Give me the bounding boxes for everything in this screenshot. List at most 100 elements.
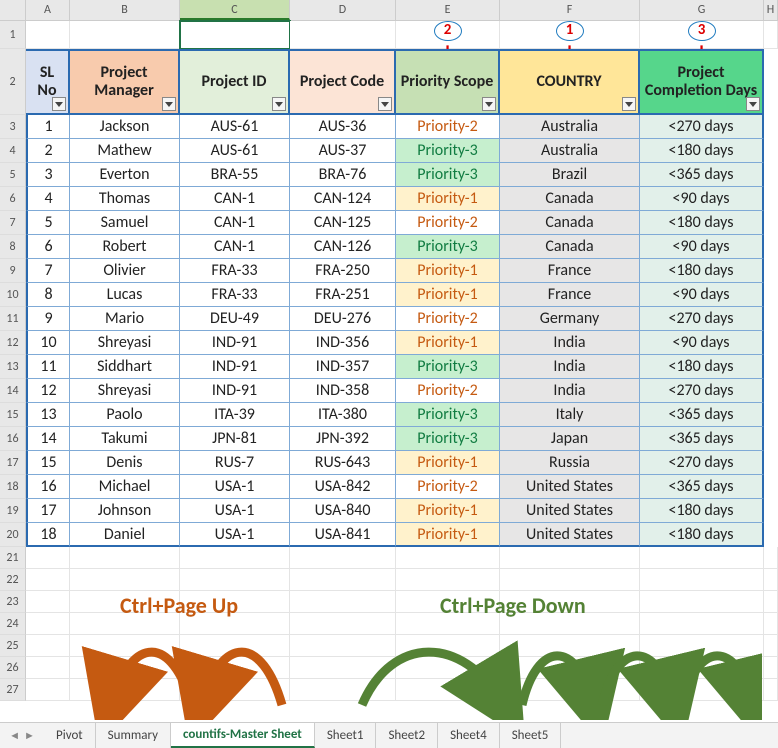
cell[interactable] [396,569,500,591]
filter-dropdown-icon[interactable] [272,97,286,111]
active-cell[interactable] [180,21,290,49]
col-header-g[interactable]: G [640,0,764,20]
cell-pid[interactable]: JPN-81 [180,427,290,451]
tab-summary[interactable]: Summary [96,723,171,748]
cell-country[interactable]: Australia [500,115,640,139]
cell[interactable] [290,613,396,635]
cell-pid[interactable]: DEU-49 [180,307,290,331]
cell[interactable] [180,635,290,657]
cell-pid[interactable]: CAN-1 [180,235,290,259]
row-header[interactable]: 13 [0,355,26,379]
cell[interactable] [70,547,180,569]
cell-sl[interactable]: 15 [26,451,70,475]
cell-pid[interactable]: CAN-1 [180,187,290,211]
cell[interactable]: 3 ↓ [640,21,764,49]
row-header[interactable]: 15 [0,403,26,427]
row-header[interactable]: 6 [0,187,26,211]
cell[interactable] [764,635,778,657]
cell-pc[interactable]: FRA-251 [290,283,396,307]
cell-pc[interactable]: CAN-126 [290,235,396,259]
cell-sl[interactable]: 14 [26,427,70,451]
cell-pcd[interactable]: <90 days [640,331,764,355]
cell-pcd[interactable]: <180 days [640,355,764,379]
cell-pm[interactable]: Takumi [70,427,180,451]
cell-sl[interactable]: 8 [26,283,70,307]
header-project-manager[interactable]: Project Manager [70,49,180,115]
cell-pid[interactable]: CAN-1 [180,211,290,235]
cell-pcd[interactable]: <365 days [640,163,764,187]
cell-pm[interactable]: Everton [70,163,180,187]
col-header-c[interactable]: C [180,0,290,20]
cell-sl[interactable]: 10 [26,331,70,355]
filter-dropdown-icon[interactable] [52,97,66,111]
cell-sl[interactable]: 9 [26,307,70,331]
cell[interactable] [396,635,500,657]
cell[interactable] [640,569,764,591]
cell[interactable] [640,613,764,635]
cell[interactable] [764,613,778,635]
col-header-b[interactable]: B [70,0,180,20]
cell-pcd[interactable]: <90 days [640,283,764,307]
cell-country[interactable]: France [500,283,640,307]
col-header-a[interactable]: A [26,0,70,20]
cell-pm[interactable]: Denis [70,451,180,475]
filter-dropdown-icon[interactable] [622,97,636,111]
cell-pcd[interactable]: <270 days [640,307,764,331]
cell[interactable] [26,635,70,657]
tab-sheet1[interactable]: Sheet1 [315,723,377,748]
cell[interactable] [26,679,70,701]
row-header[interactable]: 14 [0,379,26,403]
cell[interactable] [396,657,500,679]
cell-pc[interactable]: DEU-276 [290,307,396,331]
cell-sl[interactable]: 4 [26,187,70,211]
cell-priority[interactable]: Priority-3 [396,139,500,163]
cell-country[interactable]: United States [500,499,640,523]
cell-pcd[interactable]: <270 days [640,115,764,139]
cell[interactable] [640,547,764,569]
tab-sheet2[interactable]: Sheet2 [376,723,438,748]
row-header[interactable]: 17 [0,451,26,475]
cell-country[interactable]: India [500,355,640,379]
cell[interactable]: 2 ↓ [396,21,500,49]
cell-country[interactable]: Canada [500,211,640,235]
filter-dropdown-icon[interactable] [162,97,176,111]
filter-dropdown-icon[interactable] [378,97,392,111]
cell[interactable] [290,547,396,569]
cell[interactable] [26,613,70,635]
cell[interactable] [290,569,396,591]
tab-sheet5[interactable]: Sheet5 [500,723,562,748]
cell[interactable] [290,635,396,657]
cell-pcd[interactable]: <180 days [640,211,764,235]
cell[interactable] [180,679,290,701]
cell-country[interactable]: Canada [500,235,640,259]
cell-priority[interactable]: Priority-1 [396,283,500,307]
row-header[interactable]: 1 [0,21,26,49]
cell[interactable] [70,21,180,49]
row-header[interactable]: 23 [0,591,26,613]
cell-pm[interactable]: Thomas [70,187,180,211]
cell-country[interactable]: Germany [500,307,640,331]
cell-pid[interactable]: FRA-33 [180,259,290,283]
cell[interactable] [26,569,70,591]
tab-nav-arrows[interactable]: ◄► [0,723,44,748]
cell-pid[interactable]: USA-1 [180,475,290,499]
tab-countifs-master[interactable]: countifs-Master Sheet [171,723,315,748]
cell-pcd[interactable]: <180 days [640,259,764,283]
cell[interactable] [764,21,778,49]
cell-pc[interactable]: CAN-125 [290,211,396,235]
cell[interactable] [290,657,396,679]
cell-sl[interactable]: 13 [26,403,70,427]
row-header[interactable]: 11 [0,307,26,331]
cell[interactable] [26,657,70,679]
cell-pid[interactable]: AUS-61 [180,139,290,163]
cell-pc[interactable]: USA-840 [290,499,396,523]
col-header-f[interactable]: F [500,0,640,20]
cell[interactable] [290,21,396,49]
cell-priority[interactable]: Priority-1 [396,499,500,523]
cell[interactable] [500,635,640,657]
cell-pm[interactable]: Johnson [70,499,180,523]
cell-pm[interactable]: Paolo [70,403,180,427]
cell-sl[interactable]: 1 [26,115,70,139]
header-project-code[interactable]: Project Code [290,49,396,115]
cell[interactable] [640,591,764,613]
